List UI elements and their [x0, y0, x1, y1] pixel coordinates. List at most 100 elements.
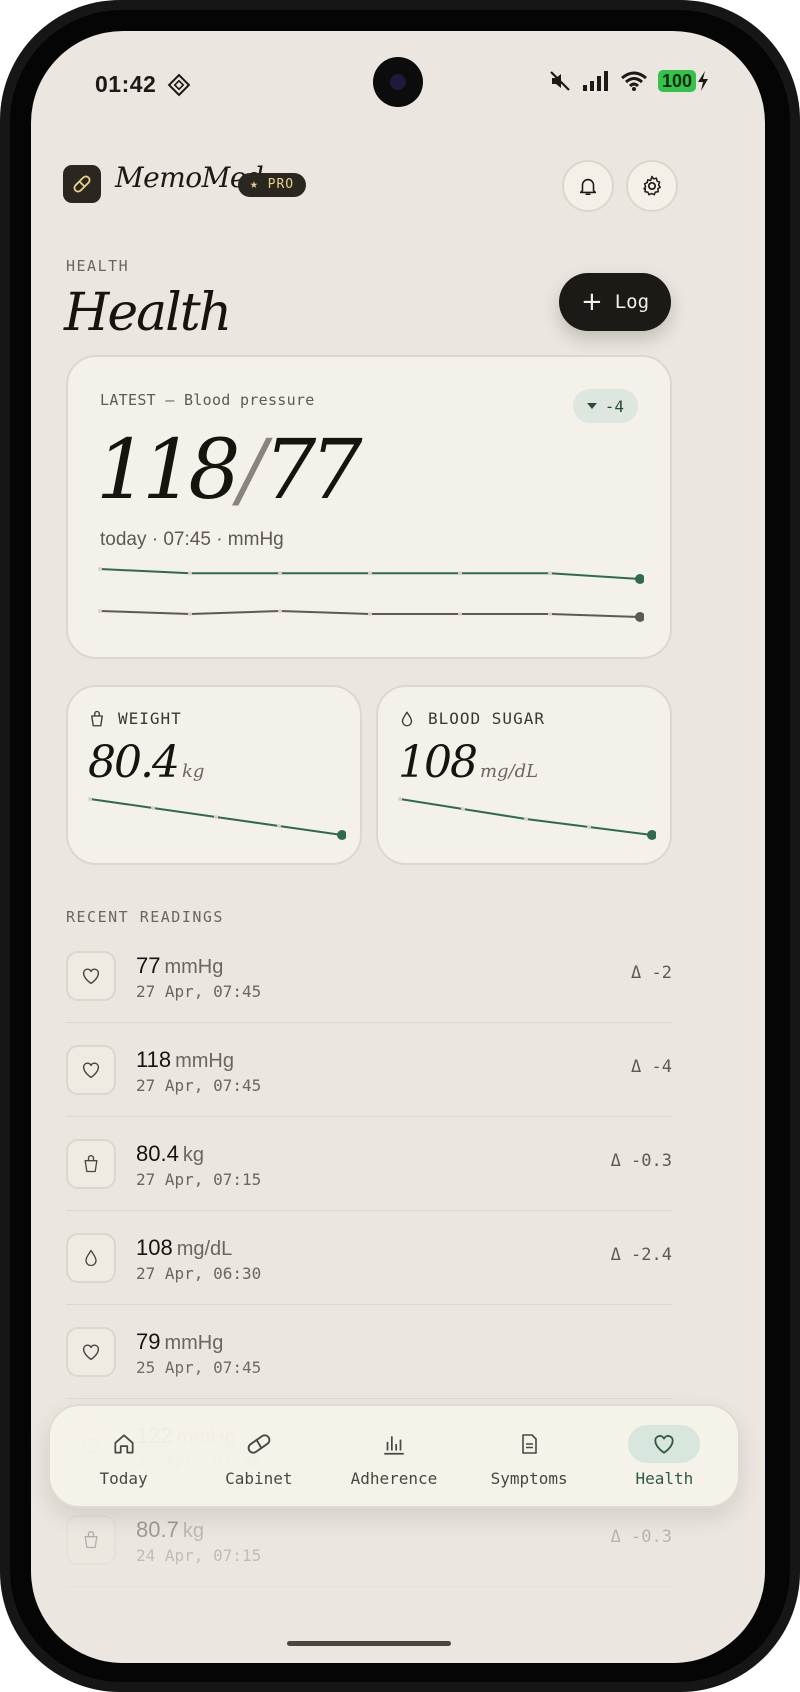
weight-card-header: WEIGHT — [88, 709, 182, 728]
systolic-point — [188, 571, 192, 576]
pill-logo-icon — [73, 175, 91, 193]
reading-row[interactable]: 108 mg/dL 27 Apr, 06:30 Δ -2.4 — [66, 1211, 672, 1305]
weight-icon — [66, 1139, 116, 1189]
bp-delta-value: -4 — [604, 396, 624, 416]
weight-point — [151, 806, 155, 810]
nav-today[interactable]: Today — [59, 1425, 189, 1488]
mute-icon — [550, 71, 570, 91]
blood-sugar-value: 108 — [398, 737, 478, 788]
weight-unit: kg — [181, 761, 205, 782]
reading-unit: mmHg — [164, 956, 224, 978]
nav-adherence[interactable]: Adherence — [329, 1425, 459, 1488]
pro-badge-label: PRO — [267, 177, 295, 192]
reading-unit: mmHg — [164, 1332, 224, 1354]
weight-sparkline — [88, 797, 346, 840]
sugar-point — [398, 797, 402, 801]
weight-point — [337, 830, 346, 840]
reading-value-number: 118 — [136, 1047, 172, 1072]
blood-sugar-value-group: 108 mg/dL — [398, 737, 538, 788]
nav-symptoms[interactable]: Symptoms — [464, 1425, 594, 1488]
reading-delta: Δ -4 — [631, 1057, 672, 1077]
systolic-point — [635, 574, 644, 584]
status-icons: 100 — [548, 69, 709, 93]
weight-value: 80.4 — [88, 737, 180, 788]
heart-icon — [66, 951, 116, 1001]
latest-bp-label: LATEST — Blood pressure — [100, 391, 315, 409]
bp-value: 118/77 — [96, 423, 363, 518]
reading-value: 77 mmHg — [136, 953, 223, 979]
reading-delta: Δ -2 — [631, 963, 672, 983]
page-eyebrow: HEALTH — [66, 257, 130, 275]
log-button-label: Log — [614, 291, 650, 313]
systolic-point — [278, 571, 282, 576]
recent-readings-label: RECENT READINGS — [66, 908, 224, 926]
systolic-point — [368, 571, 372, 576]
settings-button[interactable] — [626, 160, 678, 212]
nav-symptoms-label: Symptoms — [490, 1468, 568, 1488]
diastolic-point — [548, 612, 552, 616]
sugar-point — [647, 830, 656, 840]
bp-delta-badge: -4 — [572, 389, 638, 423]
diastolic-point — [278, 609, 282, 613]
signal-icon — [582, 71, 608, 91]
weight-point — [214, 815, 218, 819]
reading-time: 27 Apr, 07:45 — [136, 982, 262, 1001]
nav-health[interactable]: Health — [599, 1424, 729, 1488]
nav-cabinet[interactable]: Cabinet — [194, 1425, 324, 1488]
notifications-button[interactable] — [562, 160, 614, 212]
blood-sugar-unit: mg/dL — [479, 761, 539, 782]
wifi-icon — [620, 71, 647, 91]
systolic-point — [548, 571, 552, 576]
reading-time: 27 Apr, 07:45 — [136, 1076, 262, 1095]
reading-row[interactable]: 77 mmHg 27 Apr, 07:45 Δ -2 — [66, 929, 672, 1023]
phone-frame: 01:42 100 MemoMed ★ PRO HEALTH Health + … — [0, 0, 800, 1692]
reading-value: 108 mg/dL — [136, 1235, 232, 1261]
drop-icon — [401, 711, 413, 726]
drop-icon — [66, 1233, 116, 1283]
bp-slash: / — [238, 423, 267, 518]
blood-sugar-sparkline — [398, 797, 656, 840]
weight-icon — [91, 710, 103, 726]
log-button[interactable]: + Log — [559, 273, 671, 331]
plus-icon: + — [580, 287, 603, 317]
page-title: Health — [64, 283, 232, 343]
blood-sugar-card-header: BLOOD SUGAR — [398, 709, 545, 728]
reading-row[interactable]: 118 mmHg 27 Apr, 07:45 Δ -4 — [66, 1023, 672, 1117]
reading-unit: kg — [182, 1144, 204, 1166]
blood-sugar-card[interactable]: BLOOD SUGAR 108 mg/dL — [376, 685, 672, 865]
sugar-point — [587, 825, 591, 829]
bp-meta: today · 07:45 · mmHg — [100, 529, 284, 550]
reading-row[interactable]: 80.4 kg 27 Apr, 07:15 Δ -0.3 — [66, 1117, 672, 1211]
reading-value-number: 77 — [136, 953, 161, 978]
pill-icon — [223, 1425, 295, 1463]
reading-delta: Δ -0.3 — [610, 1151, 672, 1171]
sugar-point — [461, 807, 465, 811]
reading-unit: mg/dL — [176, 1238, 233, 1260]
nav-today-label: Today — [99, 1468, 148, 1488]
weight-point — [88, 797, 92, 801]
charging-icon — [698, 71, 708, 91]
nav-health-label: Health — [635, 1468, 694, 1488]
bp-systolic: 118 — [96, 423, 240, 518]
battery-level: 100 — [657, 70, 696, 92]
reading-value-number: 108 — [136, 1235, 173, 1260]
bp-diastolic: 77 — [264, 423, 362, 518]
reading-value: 118 mmHg — [136, 1047, 234, 1073]
weight-card[interactable]: WEIGHT 80.4 kg — [66, 685, 362, 865]
weight-value-group: 80.4 kg — [88, 737, 204, 788]
home-indicator — [287, 1641, 451, 1646]
latest-bp-card[interactable]: LATEST — Blood pressure -4 118/77 today … — [66, 355, 672, 659]
nav-adherence-label: Adherence — [350, 1468, 438, 1488]
reading-value-number: 79 — [136, 1329, 161, 1354]
status-time: 01:42 — [95, 71, 157, 97]
weight-label: WEIGHT — [118, 709, 182, 728]
reading-delta: Δ -2.4 — [610, 1245, 672, 1265]
reading-value: 79 mmHg — [136, 1329, 223, 1355]
bell-icon — [579, 178, 597, 196]
document-icon — [493, 1425, 565, 1463]
screen: 01:42 100 MemoMed ★ PRO HEALTH Health + … — [31, 31, 765, 1663]
weight-point — [277, 824, 281, 828]
bottom-nav: Today Cabinet Adherence Symptoms Health — [48, 1404, 740, 1508]
reading-unit: mmHg — [175, 1050, 234, 1072]
diastolic-point — [635, 612, 644, 622]
